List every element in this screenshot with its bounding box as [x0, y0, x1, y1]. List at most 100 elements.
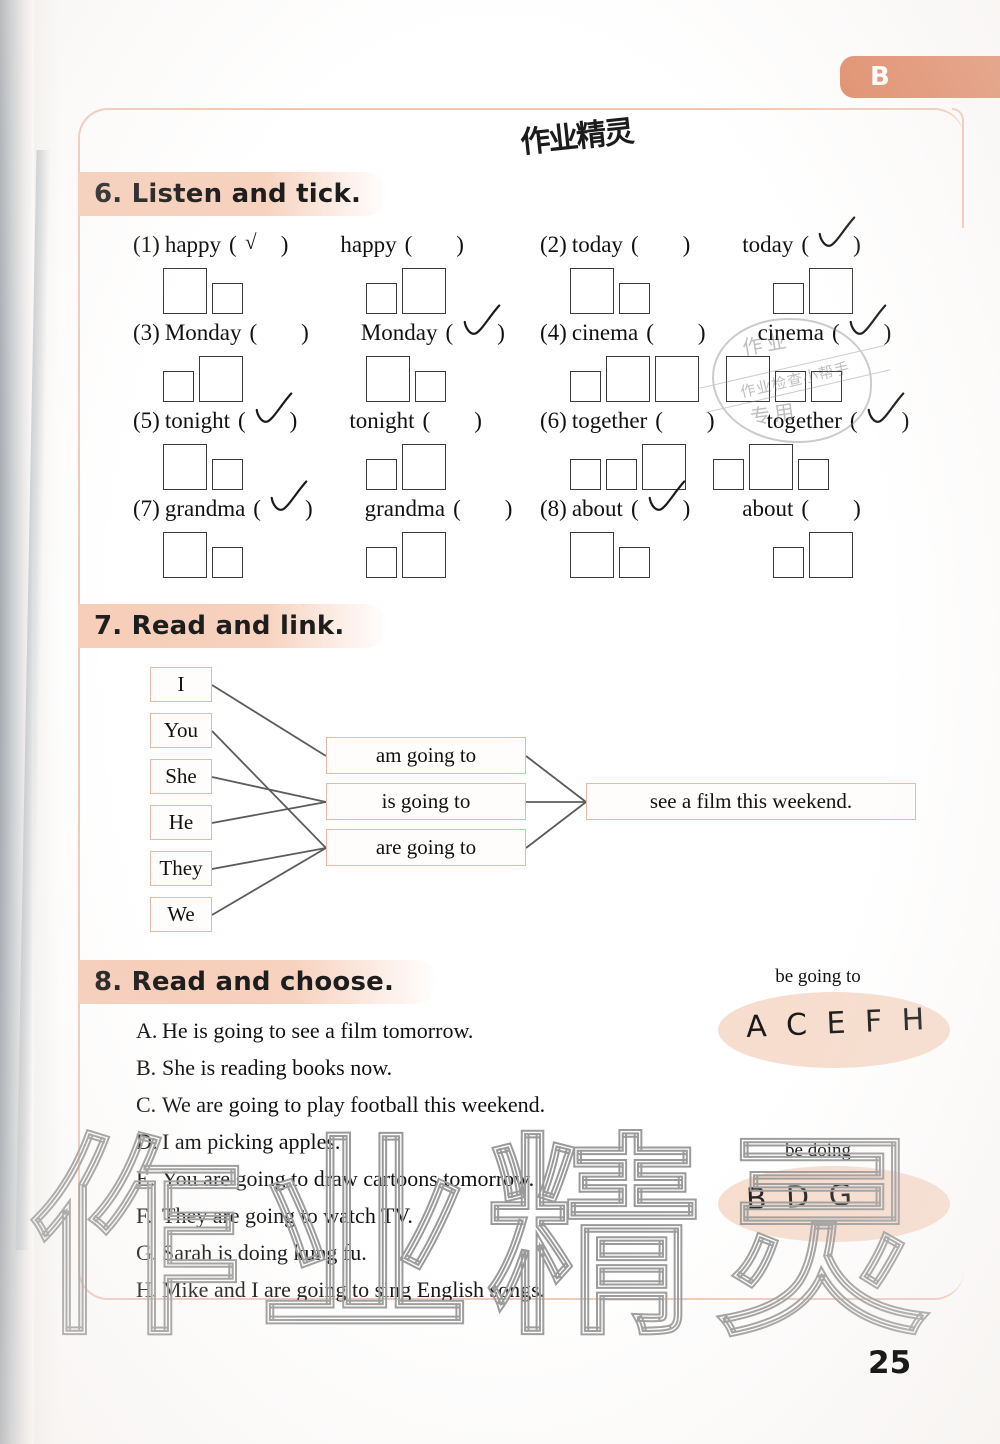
handwritten-answer: A C E F H: [745, 1002, 931, 1045]
tick-checkbox-right[interactable]: [402, 532, 446, 578]
item-number: (1): [133, 232, 160, 257]
tick-answer-left[interactable]: (): [646, 320, 705, 346]
tick-answer-left[interactable]: (): [250, 320, 309, 346]
tick-checkbox-right[interactable]: [798, 459, 829, 490]
section-8-heading: 8. Read and choose.: [78, 960, 438, 1004]
handwritten-answer: B D G: [745, 1177, 858, 1218]
tick-checkbox-left[interactable]: [570, 371, 601, 402]
tick-checkbox-left[interactable]: [199, 356, 243, 402]
tick-checkbox-right[interactable]: [809, 268, 853, 314]
verb-phrase-box[interactable]: are going to: [326, 829, 526, 866]
subject-box[interactable]: She: [150, 759, 212, 794]
tick-answer-left[interactable]: (): [631, 232, 690, 258]
answer-bubble[interactable]: B D G: [718, 1166, 950, 1242]
subject-box[interactable]: I: [150, 667, 212, 702]
unit-tab-b: B: [840, 56, 1000, 98]
tick-answer-right[interactable]: (): [453, 496, 512, 522]
tick-box-row: [133, 262, 538, 314]
verb-phrase-box[interactable]: is going to: [326, 783, 526, 820]
tick-checkbox-left[interactable]: [606, 356, 650, 402]
section-6-heading: 6. Listen and tick.: [78, 172, 388, 216]
tick-item: (7) grandma() grandma(): [133, 480, 538, 578]
tick-checkbox-left[interactable]: [606, 459, 637, 490]
tick-answer-right[interactable]: (): [801, 216, 861, 258]
tick-checkbox-left[interactable]: [163, 444, 207, 490]
tick-answer-right[interactable]: (): [801, 496, 860, 522]
tick-question-line: (8) about() about(): [540, 480, 945, 526]
predicate-box[interactable]: see a film this weekend.: [586, 783, 916, 820]
tick-checkbox-right[interactable]: [749, 444, 793, 490]
tick-word-right: cinema: [757, 320, 824, 345]
tick-checkbox-left[interactable]: [570, 459, 601, 490]
tick-word-left: today: [571, 232, 623, 257]
tick-checkbox-left[interactable]: [570, 532, 614, 578]
tick-answer-right[interactable]: (): [405, 232, 464, 258]
tick-answer-right[interactable]: (): [850, 392, 909, 434]
tick-checkbox-left[interactable]: [619, 283, 650, 314]
tick-checkbox-right[interactable]: [402, 444, 446, 490]
tick-checkbox-left[interactable]: [163, 268, 207, 314]
page-number: 25: [868, 1345, 912, 1381]
tick-checkbox-left[interactable]: [163, 532, 207, 578]
tick-word-left: Monday: [164, 320, 242, 345]
item-number: (7): [133, 496, 160, 521]
tick-checkbox-left[interactable]: [212, 547, 243, 578]
tick-answer-left[interactable]: () √: [229, 230, 288, 258]
tick-question-line: (3) Monday() Monday(): [133, 304, 538, 350]
subject-box[interactable]: You: [150, 713, 212, 748]
tick-checkbox-right[interactable]: [402, 268, 446, 314]
tick-checkbox-right[interactable]: [366, 283, 397, 314]
tick-answer-left[interactable]: (): [238, 392, 297, 434]
choice-text: You are going to draw cartoons tomorrow.: [162, 1166, 535, 1191]
unit-tab-label: B: [870, 62, 891, 92]
tick-answer-right[interactable]: (): [423, 408, 482, 434]
tick-checkbox-left[interactable]: [212, 459, 243, 490]
tick-word-left: tonight: [164, 408, 230, 433]
tick-checkbox-left[interactable]: [642, 444, 686, 490]
subject-box[interactable]: He: [150, 805, 212, 840]
tick-checkbox-right[interactable]: [811, 371, 842, 402]
tick-checkbox-right[interactable]: [366, 459, 397, 490]
tick-answer-right[interactable]: (): [446, 304, 505, 346]
tick-checkbox-right[interactable]: [773, 547, 804, 578]
subject-box[interactable]: We: [150, 897, 212, 932]
answer-group: be doing B D G: [718, 1140, 950, 1242]
tick-checkbox-left[interactable]: [570, 268, 614, 314]
tick-checkbox-left[interactable]: [163, 371, 194, 402]
tick-word-right: today: [742, 232, 794, 257]
tick-answer-left[interactable]: (): [655, 408, 714, 434]
tick-item: (3) Monday() Monday(): [133, 304, 538, 402]
subject-box[interactable]: They: [150, 851, 212, 886]
choice-label: D.: [136, 1129, 158, 1154]
tick-checkbox-right[interactable]: [713, 459, 744, 490]
tick-word-left: happy: [164, 232, 222, 257]
tick-answer-right[interactable]: (): [832, 304, 891, 346]
tick-question-line: (2) today() today(): [540, 216, 945, 262]
tick-checkbox-left[interactable]: [619, 547, 650, 578]
tick-checkbox-right[interactable]: [415, 371, 446, 402]
item-number: (8): [540, 496, 567, 521]
tick-checkbox-right[interactable]: [775, 371, 806, 402]
choice-line[interactable]: C. We are going to play football this wee…: [78, 1086, 964, 1123]
choice-line[interactable]: H. Mike and I are going to sing English s…: [78, 1271, 964, 1308]
answer-bubble[interactable]: A C E F H: [718, 992, 950, 1068]
tick-checkbox-right[interactable]: [366, 547, 397, 578]
tick-checkbox-right[interactable]: [366, 356, 410, 402]
verb-phrase-box[interactable]: am going to: [326, 737, 526, 774]
tick-checkbox-right[interactable]: [809, 532, 853, 578]
section-6-title: 6. Listen and tick.: [94, 179, 362, 209]
link-line: [211, 776, 327, 803]
tick-checkbox-right[interactable]: [773, 283, 804, 314]
section-7-body: I You She He They We am going to is going to are…: [78, 655, 964, 945]
tick-checkbox-left[interactable]: [212, 283, 243, 314]
tick-box-row: [540, 438, 945, 490]
tick-checkbox-right[interactable]: [726, 356, 770, 402]
tick-checkbox-left[interactable]: [655, 356, 699, 402]
tick-row: (3) Monday() Monday() (4) cinema() cinema(): [78, 304, 964, 404]
tick-answer-left[interactable]: (): [253, 480, 313, 522]
choice-text: He is going to see a film tomorrow.: [162, 1018, 474, 1043]
choice-text: Mike and I are going to sing English son…: [162, 1277, 546, 1302]
tick-question-line: (7) grandma() grandma(): [133, 480, 538, 526]
tick-answer-left[interactable]: (): [631, 480, 690, 522]
tick-question-line: (4) cinema() cinema(): [540, 304, 945, 350]
